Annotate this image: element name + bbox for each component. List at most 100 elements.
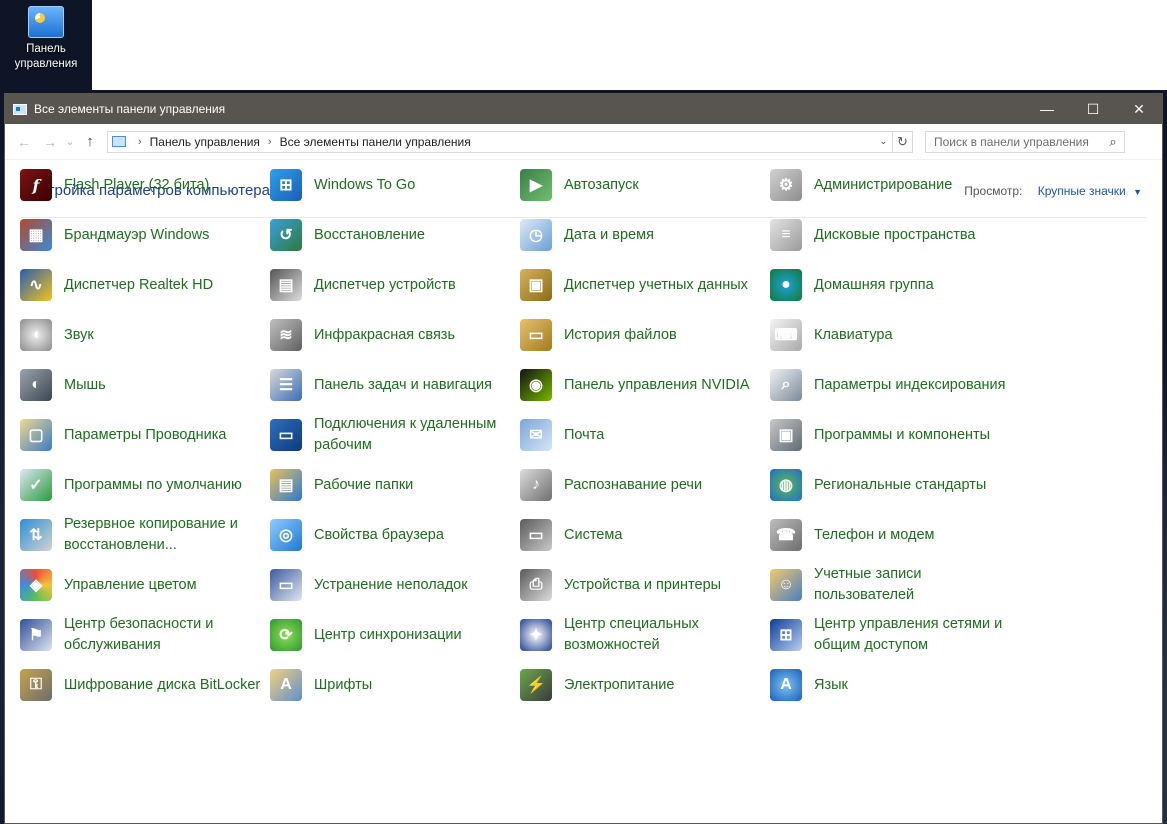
remote-desktop-icon: ▭	[270, 419, 302, 451]
control-panel-item-label: Диспетчер учетных данных	[564, 276, 748, 293]
recent-locations-chevron-icon[interactable]: ⌄	[63, 135, 77, 148]
control-panel-item-label: Flash Player (32 бита)	[64, 176, 210, 193]
control-panel-item[interactable]: ⌕ Параметры индексирования	[767, 360, 1017, 410]
control-panel-item-label: Устранение неполадок	[314, 576, 468, 593]
control-panel-icon	[112, 136, 126, 147]
control-panel-item-label: Система	[564, 526, 623, 543]
view-value[interactable]: Крупные значки	[1038, 184, 1126, 198]
control-panel-item[interactable]: A Шрифты	[267, 660, 517, 710]
control-panel-item[interactable]: ▦ Брандмауэр Windows	[17, 210, 267, 260]
forward-arrow-icon[interactable]: →	[37, 134, 63, 150]
control-panel-item[interactable]: ⚙ Администрирование	[767, 160, 1017, 210]
control-panel-item-label: Диспетчер устройств	[314, 276, 456, 293]
control-panel-item-label: Телефон и модем	[814, 526, 935, 543]
title-bar[interactable]: Все элементы панели управления — ☐ ✕	[5, 94, 1162, 124]
control-panel-item[interactable]: ◍ Региональные стандарты	[767, 460, 1017, 510]
desktop-icon-label-line2: управления	[14, 58, 78, 70]
control-panel-item[interactable]: ⚡ Электропитание	[517, 660, 767, 710]
control-panel-item[interactable]: ⎙ Устройства и принтеры	[517, 560, 767, 610]
control-panel-item[interactable]: ▢ Параметры Проводника	[17, 410, 267, 460]
address-bar[interactable]: › Панель управления › Все элементы панел…	[107, 130, 913, 153]
search-placeholder: Поиск в панели управления	[934, 134, 1089, 149]
search-input[interactable]: Поиск в панели управления ⌕	[925, 130, 1125, 153]
control-panel-item-label: Программы по умолчанию	[64, 476, 242, 493]
control-panel-item[interactable]: ▭ Подключения к удаленным рабочим	[267, 410, 517, 460]
realtek-icon: ∿	[20, 269, 52, 301]
control-panel-item[interactable]: A Язык	[767, 660, 1017, 710]
user-accounts-icon: ☺	[770, 569, 802, 601]
control-panel-item[interactable]: ✦ Центр специальных возможностей	[517, 610, 767, 660]
control-panel-item-label: Свойства браузера	[314, 526, 444, 543]
control-panel-item[interactable]: ⌨ Клавиатура	[767, 310, 1017, 360]
address-dropdown-chevron-icon[interactable]: ⌄	[874, 136, 892, 147]
recovery-icon: ↺	[270, 219, 302, 251]
back-arrow-icon[interactable]: ←	[11, 134, 37, 150]
mouse-icon: ◐	[20, 369, 52, 401]
control-panel-item-label: Электропитание	[564, 676, 675, 693]
control-panel-item[interactable]: ▣ Программы и компоненты	[767, 410, 1017, 460]
refresh-icon[interactable]: ↻	[892, 131, 912, 152]
control-panel-item-label: Почта	[564, 426, 605, 443]
control-panel-item[interactable]: ⇅ Резервное копирование и восстановлени..…	[17, 510, 267, 560]
chevron-down-icon[interactable]: ▼	[1133, 187, 1142, 197]
firewall-icon: ▦	[20, 219, 52, 251]
control-panel-item[interactable]: ▣ Диспетчер учетных данных	[517, 260, 767, 310]
control-panel-item-label: Инфракрасная связь	[314, 326, 456, 343]
explorer-options-icon: ▢	[20, 419, 52, 451]
control-panel-item[interactable]: ▭ Система	[517, 510, 767, 560]
control-panel-item-label: Восстановление	[314, 226, 425, 243]
control-panel-item[interactable]: ⚿ Шифрование диска BitLocker	[17, 660, 267, 710]
color-management-icon: ◈	[20, 569, 52, 601]
desktop-icon-control-panel[interactable]: Панель управления	[0, 0, 92, 90]
control-panel-item-label: Звук	[64, 326, 94, 343]
control-panel-item[interactable]: ⟳ Центр синхронизации	[267, 610, 517, 660]
control-panel-item[interactable]: ∿ Диспетчер Realtek HD	[17, 260, 267, 310]
programs-features-icon: ▣	[770, 419, 802, 451]
control-panel-item[interactable]: ◖ Звук	[17, 310, 267, 360]
control-panel-item[interactable]: ☎ Телефон и модем	[767, 510, 1017, 560]
control-panel-item[interactable]: ◉ Панель управления NVIDIA	[517, 360, 767, 410]
control-panel-item[interactable]: ▤ Диспетчер устройств	[267, 260, 517, 310]
control-panel-item-label: Центр специальных возможностей	[564, 616, 699, 653]
control-panel-item-label: Администрирование	[814, 176, 953, 193]
nvidia-icon: ◉	[520, 369, 552, 401]
control-panel-item[interactable]: ▶ Автозапуск	[517, 160, 767, 210]
control-panel-item[interactable]: ◐ Мышь	[17, 360, 267, 410]
control-panel-item[interactable]: ≋ Инфракрасная связь	[267, 310, 517, 360]
control-panel-item[interactable]: f Flash Player (32 бита)	[17, 160, 267, 210]
control-panel-item[interactable]: ◷ Дата и время	[517, 210, 767, 260]
network-sharing-icon: ⊞	[770, 619, 802, 651]
control-panel-item[interactable]: ♪ Распознавание речи	[517, 460, 767, 510]
minimize-button[interactable]: —	[1024, 94, 1070, 124]
control-panel-item[interactable]: ✉ Почта	[517, 410, 767, 460]
control-panel-item[interactable]: ⊞ Центр управления сетями и общим доступо…	[767, 610, 1017, 660]
control-panel-item-label: История файлов	[564, 326, 677, 343]
close-button[interactable]: ✕	[1116, 94, 1162, 124]
breadcrumb-control-panel[interactable]: Панель управления	[150, 135, 260, 149]
control-panel-item-label: Шифрование диска BitLocker	[64, 676, 261, 693]
control-panel-item[interactable]: ▭ История файлов	[517, 310, 767, 360]
breadcrumb-all-items[interactable]: Все элементы панели управления	[280, 135, 471, 149]
control-panel-item[interactable]: ⊞ Windows To Go	[267, 160, 517, 210]
control-panel-item[interactable]: ≡ Дисковые пространства	[767, 210, 1017, 260]
control-panel-item[interactable]: ▭ Устранение неполадок	[267, 560, 517, 610]
desktop-icon-label: Панель управления	[15, 42, 78, 72]
breadcrumb-separator-icon[interactable]: ›	[268, 136, 272, 148]
phone-modem-icon: ☎	[770, 519, 802, 551]
maximize-button[interactable]: ☐	[1070, 94, 1116, 124]
control-panel-item[interactable]: ◈ Управление цветом	[17, 560, 267, 610]
control-panel-item[interactable]: ● Домашняя группа	[767, 260, 1017, 310]
control-panel-item[interactable]: ✓ Программы по умолчанию	[17, 460, 267, 510]
control-panel-item-label: Резервное копирование и восстановлени...	[64, 516, 238, 553]
control-panel-item[interactable]: ⚑ Центр безопасности и обслуживания	[17, 610, 267, 660]
devices-printers-icon: ⎙	[520, 569, 552, 601]
control-panel-item[interactable]: ↺ Восстановление	[267, 210, 517, 260]
search-icon[interactable]: ⌕	[1102, 134, 1124, 150]
control-panel-item[interactable]: ☺ Учетные записи пользователей	[767, 560, 1017, 610]
control-panel-item[interactable]: ☰ Панель задач и навигация	[267, 360, 517, 410]
control-panel-item-label: Управление цветом	[64, 576, 197, 593]
up-arrow-icon[interactable]: ↑	[77, 133, 103, 150]
control-panel-item[interactable]: ▤ Рабочие папки	[267, 460, 517, 510]
ease-of-access-icon: ✦	[520, 619, 552, 651]
control-panel-item[interactable]: ◎ Свойства браузера	[267, 510, 517, 560]
